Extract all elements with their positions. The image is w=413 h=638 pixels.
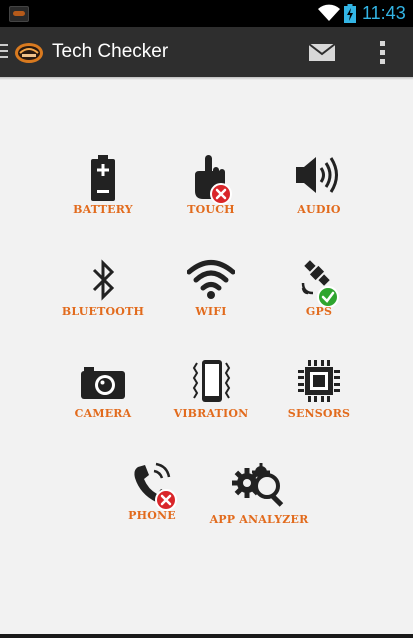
close-icon bbox=[215, 188, 227, 200]
bottom-edge bbox=[0, 634, 413, 638]
sensors-test-tile[interactable]: SENSORS bbox=[269, 359, 369, 439]
audio-label: AUDIO bbox=[297, 203, 341, 216]
action-bar: Tech Checker bbox=[0, 27, 413, 77]
wifi-icon bbox=[187, 260, 235, 299]
vibration-test-tile[interactable]: VIBRATION bbox=[161, 359, 261, 439]
wifi-test-tile[interactable]: WIFI bbox=[161, 257, 261, 337]
gears-magnifier-icon bbox=[232, 463, 284, 507]
bluetooth-icon bbox=[92, 259, 115, 301]
battery-test-tile[interactable]: BATTERY bbox=[53, 155, 153, 235]
app-analyzer-label: APP ANALYZER bbox=[209, 513, 309, 526]
app-logo[interactable] bbox=[14, 39, 44, 65]
phone-test-tile[interactable]: PHONE bbox=[102, 461, 202, 541]
battery-charging-icon bbox=[344, 4, 356, 23]
sensors-label: SENSORS bbox=[287, 407, 351, 420]
audio-test-tile[interactable]: AUDIO bbox=[269, 155, 369, 235]
vibration-phone-icon bbox=[192, 360, 231, 402]
wifi-status-icon bbox=[318, 4, 340, 21]
close-icon bbox=[160, 494, 172, 506]
touch-failed-badge bbox=[210, 183, 232, 205]
checkmark-icon bbox=[321, 291, 335, 303]
camera-test-tile[interactable]: CAMERA bbox=[53, 359, 153, 439]
phone-failed-badge bbox=[155, 489, 177, 511]
app-title: Tech Checker bbox=[52, 41, 169, 62]
notification-app-icon bbox=[9, 6, 29, 22]
mail-icon[interactable] bbox=[305, 39, 339, 65]
status-time: 11:43 bbox=[362, 3, 406, 23]
speaker-icon bbox=[296, 157, 338, 193]
battery-icon bbox=[91, 155, 115, 201]
gps-test-tile[interactable]: GPS bbox=[269, 257, 369, 337]
camera-icon bbox=[81, 367, 125, 399]
chip-icon bbox=[298, 360, 340, 402]
app-analyzer-test-tile[interactable]: APP ANALYZER bbox=[209, 461, 309, 541]
nav-drawer-icon[interactable] bbox=[0, 44, 8, 58]
bluetooth-test-tile[interactable]: BLUETOOTH bbox=[53, 257, 153, 337]
action-bar-shadow bbox=[0, 77, 413, 80]
status-bar: 11:43 bbox=[0, 0, 413, 27]
gps-label: GPS bbox=[305, 305, 333, 318]
touch-test-tile[interactable]: TOUCH bbox=[161, 155, 261, 235]
overflow-menu-icon[interactable] bbox=[370, 37, 394, 67]
